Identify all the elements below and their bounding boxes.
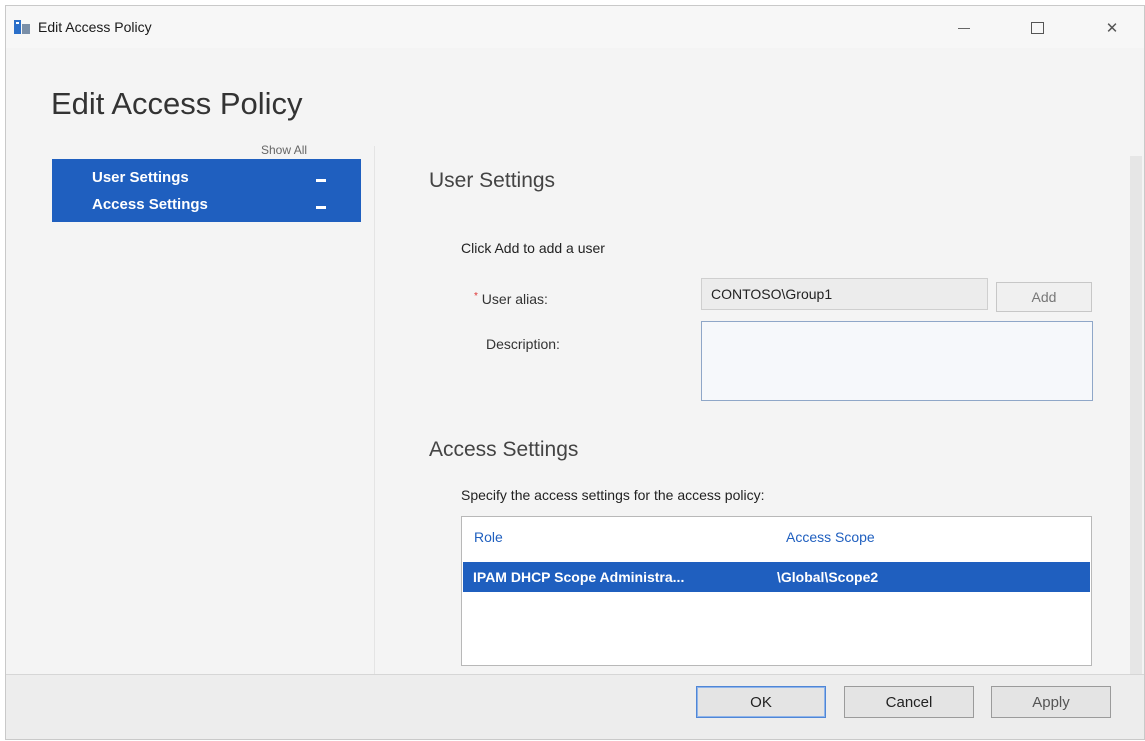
access-settings-heading: Access Settings [429, 438, 579, 461]
maximize-button[interactable] [1014, 14, 1060, 42]
apply-button[interactable]: Apply [991, 686, 1111, 718]
page-title: Edit Access Policy [51, 86, 303, 121]
column-header-access-scope[interactable]: Access Scope [786, 529, 875, 545]
nav-item-user-settings[interactable]: User Settings [52, 163, 361, 191]
maximize-icon [1030, 22, 1044, 34]
minimize-icon [958, 27, 970, 29]
add-button[interactable]: Add [996, 282, 1092, 312]
show-all-link[interactable]: Show All [261, 143, 307, 157]
access-settings-instruction: Specify the access settings for the acce… [461, 487, 765, 503]
window-title: Edit Access Policy [38, 19, 152, 35]
section-nav: User Settings Access Settings [52, 159, 361, 222]
title-bar: Edit Access Policy ✕ [6, 6, 1144, 48]
nav-item-label: Access Settings [92, 196, 208, 213]
vertical-scrollbar[interactable] [1130, 156, 1142, 676]
user-settings-heading: User Settings [429, 169, 556, 192]
nav-item-access-settings[interactable]: Access Settings [52, 190, 361, 218]
cell-access-scope: \Global\Scope2 [777, 569, 879, 585]
app-icon [14, 20, 30, 34]
user-alias-label-text: User alias: [481, 291, 548, 307]
close-button[interactable]: ✕ [1089, 14, 1135, 42]
collapse-icon[interactable] [316, 206, 326, 209]
table-row[interactable]: IPAM DHCP Scope Administra... \Global\Sc… [463, 562, 1090, 592]
access-settings-table[interactable]: Role Access Scope IPAM DHCP Scope Admini… [461, 516, 1092, 666]
collapse-icon[interactable] [316, 179, 326, 182]
pane-divider [374, 146, 375, 686]
required-marker: * [474, 291, 478, 302]
close-icon: ✕ [1105, 20, 1119, 37]
ok-button[interactable]: OK [696, 686, 826, 718]
cell-role: IPAM DHCP Scope Administra... [473, 569, 685, 585]
minimize-button[interactable] [941, 14, 987, 42]
column-header-role[interactable]: Role [474, 529, 503, 545]
user-alias-input[interactable] [701, 278, 988, 310]
add-user-hint: Click Add to add a user [461, 240, 605, 256]
user-alias-label: * User alias: [474, 291, 548, 307]
cancel-button[interactable]: Cancel [844, 686, 974, 718]
nav-item-label: User Settings [92, 169, 189, 186]
edit-access-policy-window: Edit Access Policy ✕ Edit Access Policy … [5, 5, 1145, 740]
description-field[interactable] [701, 321, 1093, 401]
description-label: Description: [486, 336, 560, 352]
